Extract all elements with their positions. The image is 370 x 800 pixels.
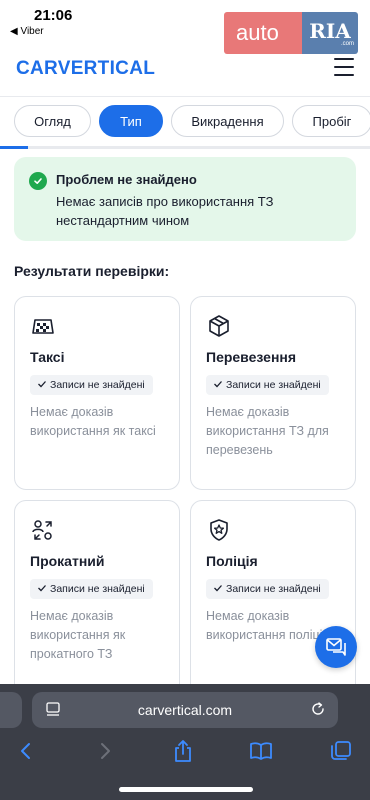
card-rental: Прокатний Записи не знайдені Немає доказ…: [14, 500, 180, 700]
tab-mileage[interactable]: Пробіг: [292, 105, 370, 137]
card-title: Таксі: [30, 349, 65, 365]
book-icon: [250, 742, 272, 760]
chat-envelope-icon: [326, 638, 346, 656]
tab-type[interactable]: Тип: [99, 105, 163, 137]
scroll-progress-fill: [0, 146, 28, 149]
tab-overview[interactable]: Огляд: [14, 105, 91, 137]
address-url[interactable]: carvertical.com: [32, 702, 338, 718]
records-not-found-badge: Записи не знайдені: [206, 579, 329, 599]
card-transport: Перевезення Записи не знайдені Немає док…: [190, 296, 356, 490]
back-to-app-link[interactable]: ◀ Viber: [10, 26, 44, 37]
card-text: Немає доказів використання ТЗ для переве…: [206, 405, 329, 457]
carvertical-logo[interactable]: CARVERTICAL: [16, 58, 155, 80]
chat-button[interactable]: [315, 626, 357, 668]
scroll-progress-track: [0, 146, 370, 149]
badge-label: Записи не знайдені: [226, 583, 321, 595]
card-title: Перевезення: [206, 349, 297, 365]
alert-text: Немає записів про використання ТЗ нестан…: [56, 194, 274, 228]
bookmarks-button[interactable]: [249, 738, 273, 764]
taxi-icon: [30, 313, 56, 339]
status-time: 21:06: [34, 7, 73, 24]
home-indicator: [119, 787, 253, 792]
no-problems-alert: Проблем не знайдено Немає записів про ви…: [14, 157, 356, 241]
check-icon: [38, 381, 46, 388]
police-badge-icon: [206, 517, 232, 543]
reload-icon: [312, 702, 324, 715]
card-taxi: Таксі Записи не знайдені Немає доказів в…: [14, 296, 180, 490]
ria-logo: RIA .com: [302, 12, 358, 54]
share-button[interactable]: [171, 738, 195, 764]
header-divider: [0, 96, 370, 97]
section-title: Результати перевірки:: [14, 263, 170, 279]
tab-theft[interactable]: Викрадення: [171, 105, 284, 137]
chevron-right-icon: [101, 743, 110, 759]
check-circle-icon: [29, 172, 47, 190]
ria-label: RIA: [309, 19, 351, 43]
previous-tab-peek[interactable]: [0, 692, 22, 728]
ria-domain: .com: [340, 41, 354, 47]
check-icon: [214, 381, 222, 388]
card-text: Немає доказів використання як прокатного…: [30, 609, 126, 661]
browser-nav-row: [0, 738, 370, 768]
check-icon: [214, 585, 222, 592]
browser-toolbar: carvertical.com: [0, 684, 370, 800]
chevron-left-icon: [21, 743, 30, 759]
card-title: Прокатний: [30, 553, 105, 569]
alert-title: Проблем не знайдено: [56, 172, 197, 187]
share-icon: [175, 740, 191, 762]
box-icon: [206, 313, 232, 339]
auto-ria-watermark: auto RIA .com: [224, 12, 358, 54]
card-police: Поліція Записи не знайдені Немає доказів…: [190, 500, 356, 700]
back-button[interactable]: [13, 738, 37, 764]
badge-label: Записи не знайдені: [50, 379, 145, 391]
records-not-found-badge: Записи не знайдені: [30, 579, 153, 599]
tabs-icon: [331, 741, 351, 760]
check-icon: [38, 585, 46, 592]
card-title: Поліція: [206, 553, 258, 569]
ria-auto-label: auto: [224, 12, 302, 54]
site-header: CARVERTICAL: [0, 48, 370, 92]
report-tabs: Огляд Тип Викрадення Пробіг: [14, 105, 370, 139]
rental-icon: [30, 517, 56, 543]
hamburger-menu-icon[interactable]: [334, 58, 354, 76]
badge-label: Записи не знайдені: [226, 379, 321, 391]
forward-button[interactable]: [94, 738, 118, 764]
tabs-button[interactable]: [329, 738, 353, 764]
address-bar[interactable]: carvertical.com: [32, 692, 338, 728]
badge-label: Записи не знайдені: [50, 583, 145, 595]
card-text: Немає доказів використання як таксі: [30, 405, 156, 438]
records-not-found-badge: Записи не знайдені: [30, 375, 153, 395]
records-not-found-badge: Записи не знайдені: [206, 375, 329, 395]
